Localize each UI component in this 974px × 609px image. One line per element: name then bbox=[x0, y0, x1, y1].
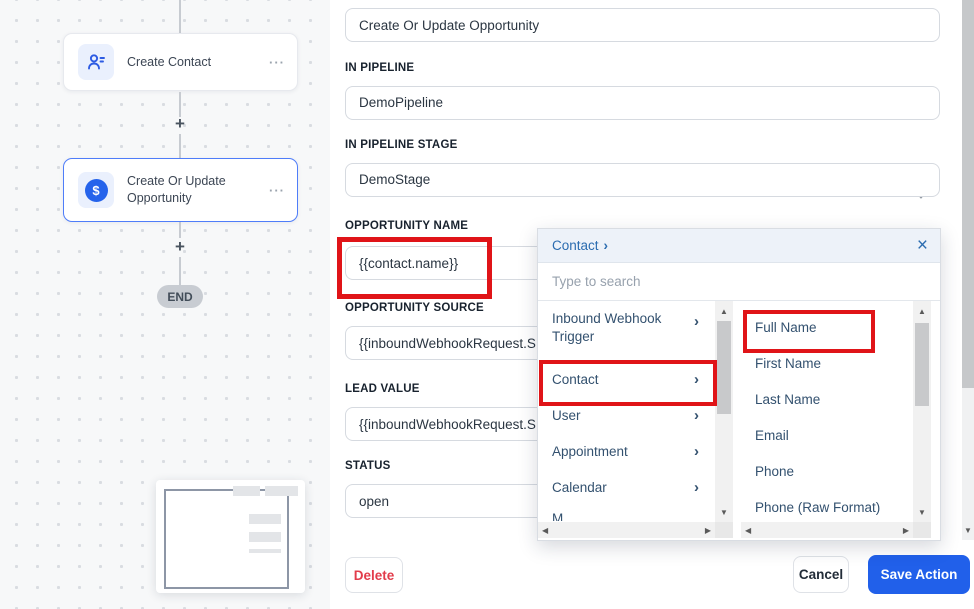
status-label: STATUS bbox=[345, 460, 391, 472]
dollar-icon: $ bbox=[78, 172, 114, 208]
connector-line bbox=[179, 257, 181, 285]
opportunity-name-label: OPPORTUNITY NAME bbox=[345, 220, 468, 232]
scroll-down-icon[interactable]: ▼ bbox=[913, 504, 931, 520]
category-label: M bbox=[552, 511, 563, 521]
scrollbar-thumb[interactable] bbox=[717, 321, 731, 414]
scroll-down-icon[interactable]: ▼ bbox=[715, 504, 733, 520]
value-label: Last Name bbox=[755, 392, 820, 407]
delete-button[interactable]: Delete bbox=[345, 557, 403, 593]
category-item-appointment[interactable]: Appointment › bbox=[538, 433, 715, 469]
category-hscrollbar[interactable]: ◀ ▶ bbox=[538, 522, 715, 538]
workflow-node-create-or-update-opportunity[interactable]: $ Create Or Update Opportunity ··· bbox=[63, 158, 298, 222]
value-item-first-name[interactable]: First Name bbox=[741, 345, 913, 381]
chevron-right-icon: › bbox=[694, 407, 699, 424]
scrollbar-corner bbox=[913, 522, 931, 538]
value-hscrollbar[interactable]: ◀ ▶ bbox=[741, 522, 913, 538]
category-scrollbar[interactable]: ▲ ▼ bbox=[715, 301, 733, 522]
action-settings-panel: IN PIPELINE DemoPipeline IN PIPELINE STA… bbox=[330, 0, 974, 609]
value-item-full-name[interactable]: Full Name bbox=[741, 309, 913, 345]
category-item-calendar[interactable]: Calendar › bbox=[538, 469, 715, 505]
value-item-email[interactable]: Email bbox=[741, 417, 913, 453]
category-label: Contact bbox=[552, 372, 599, 387]
chevron-right-icon: › bbox=[694, 443, 699, 460]
pipeline-label: IN PIPELINE bbox=[345, 62, 414, 74]
node-label: Create Or Update Opportunity bbox=[127, 173, 269, 207]
scroll-right-icon[interactable]: ▶ bbox=[903, 526, 909, 535]
minimap-block bbox=[249, 549, 281, 553]
scroll-down-icon[interactable]: ▼ bbox=[962, 522, 974, 538]
category-item-contact[interactable]: Contact › bbox=[538, 361, 715, 397]
chevron-right-icon: › bbox=[694, 371, 699, 388]
add-step-button[interactable]: + bbox=[170, 114, 190, 134]
category-label: Inbound Webhook Trigger bbox=[552, 310, 670, 346]
category-label: User bbox=[552, 408, 581, 423]
panel-scrollbar[interactable]: ▼ bbox=[962, 0, 974, 540]
minimap[interactable] bbox=[156, 480, 305, 593]
breadcrumb[interactable]: Contact › bbox=[552, 238, 608, 253]
scrollbar-thumb[interactable] bbox=[962, 0, 974, 388]
breadcrumb-label: Contact bbox=[552, 238, 599, 253]
minimap-block bbox=[249, 514, 281, 524]
add-step-button[interactable]: + bbox=[170, 237, 190, 257]
value-item-phone[interactable]: Phone bbox=[741, 453, 913, 489]
node-menu-icon[interactable]: ··· bbox=[269, 183, 285, 198]
value-label: Full Name bbox=[755, 320, 817, 335]
category-label: Calendar bbox=[552, 480, 607, 495]
contact-icon bbox=[78, 44, 114, 80]
cancel-button[interactable]: Cancel bbox=[793, 556, 849, 593]
lead-value-label: LEAD VALUE bbox=[345, 383, 420, 395]
pipeline-stage-value: DemoStage bbox=[359, 172, 430, 187]
workflow-node-create-contact[interactable]: Create Contact ··· bbox=[63, 33, 298, 91]
save-action-button[interactable]: Save Action bbox=[868, 555, 970, 594]
minimap-block bbox=[233, 486, 260, 496]
node-menu-icon[interactable]: ··· bbox=[269, 55, 285, 70]
node-label: Create Contact bbox=[127, 54, 269, 71]
dropdown-header: Contact › × bbox=[538, 229, 940, 263]
pipeline-stage-label: IN PIPELINE STAGE bbox=[345, 139, 457, 151]
workflow-builder-screen: Create Contact ··· + $ Create Or Update … bbox=[0, 0, 974, 609]
pipeline-value: DemoPipeline bbox=[359, 95, 443, 110]
category-item-user[interactable]: User › bbox=[538, 397, 715, 433]
scroll-up-icon[interactable]: ▲ bbox=[715, 303, 733, 319]
chevron-right-icon: › bbox=[694, 479, 699, 496]
scroll-left-icon[interactable]: ◀ bbox=[745, 526, 751, 535]
workflow-canvas[interactable]: Create Contact ··· + $ Create Or Update … bbox=[0, 0, 330, 609]
category-list: Inbound Webhook Trigger › Contact › User… bbox=[538, 301, 715, 522]
category-label: Appointment bbox=[552, 444, 628, 459]
connector-line bbox=[179, 222, 181, 238]
custom-values-dropdown: Contact › × Inbound Webhook Trigger › Con… bbox=[537, 228, 941, 541]
value-item-last-name[interactable]: Last Name bbox=[741, 381, 913, 417]
scroll-right-icon[interactable]: ▶ bbox=[705, 526, 711, 535]
chevron-right-icon: › bbox=[694, 312, 699, 332]
minimap-block bbox=[265, 486, 298, 496]
minimap-block bbox=[249, 532, 281, 542]
value-label: Phone (Raw Format) bbox=[755, 500, 880, 515]
pipeline-select[interactable]: DemoPipeline bbox=[345, 86, 940, 120]
value-label: Email bbox=[755, 428, 789, 443]
category-item-inbound-webhook-trigger[interactable]: Inbound Webhook Trigger › bbox=[538, 301, 715, 361]
value-scrollbar[interactable]: ▲ ▼ bbox=[913, 301, 931, 522]
connector-line bbox=[179, 0, 181, 33]
scroll-left-icon[interactable]: ◀ bbox=[542, 526, 548, 535]
value-label: First Name bbox=[755, 356, 821, 371]
end-marker: END bbox=[157, 285, 203, 308]
scroll-up-icon[interactable]: ▲ bbox=[913, 303, 931, 319]
value-list: Full Name First Name Last Name Email Pho… bbox=[741, 301, 913, 522]
pipeline-stage-select[interactable]: DemoStage bbox=[345, 163, 940, 197]
opportunity-source-label: OPPORTUNITY SOURCE bbox=[345, 302, 484, 314]
close-icon[interactable]: × bbox=[917, 236, 928, 255]
chevron-right-icon: › bbox=[604, 238, 609, 253]
search-input[interactable] bbox=[538, 263, 940, 301]
scrollbar-thumb[interactable] bbox=[915, 323, 929, 406]
action-name-input[interactable] bbox=[345, 8, 940, 42]
category-item-clipped[interactable]: M bbox=[538, 505, 715, 521]
value-label: Phone bbox=[755, 464, 794, 479]
connector-line bbox=[179, 134, 181, 158]
scrollbar-corner bbox=[715, 522, 733, 538]
value-item-phone-raw-format[interactable]: Phone (Raw Format) bbox=[741, 489, 913, 522]
